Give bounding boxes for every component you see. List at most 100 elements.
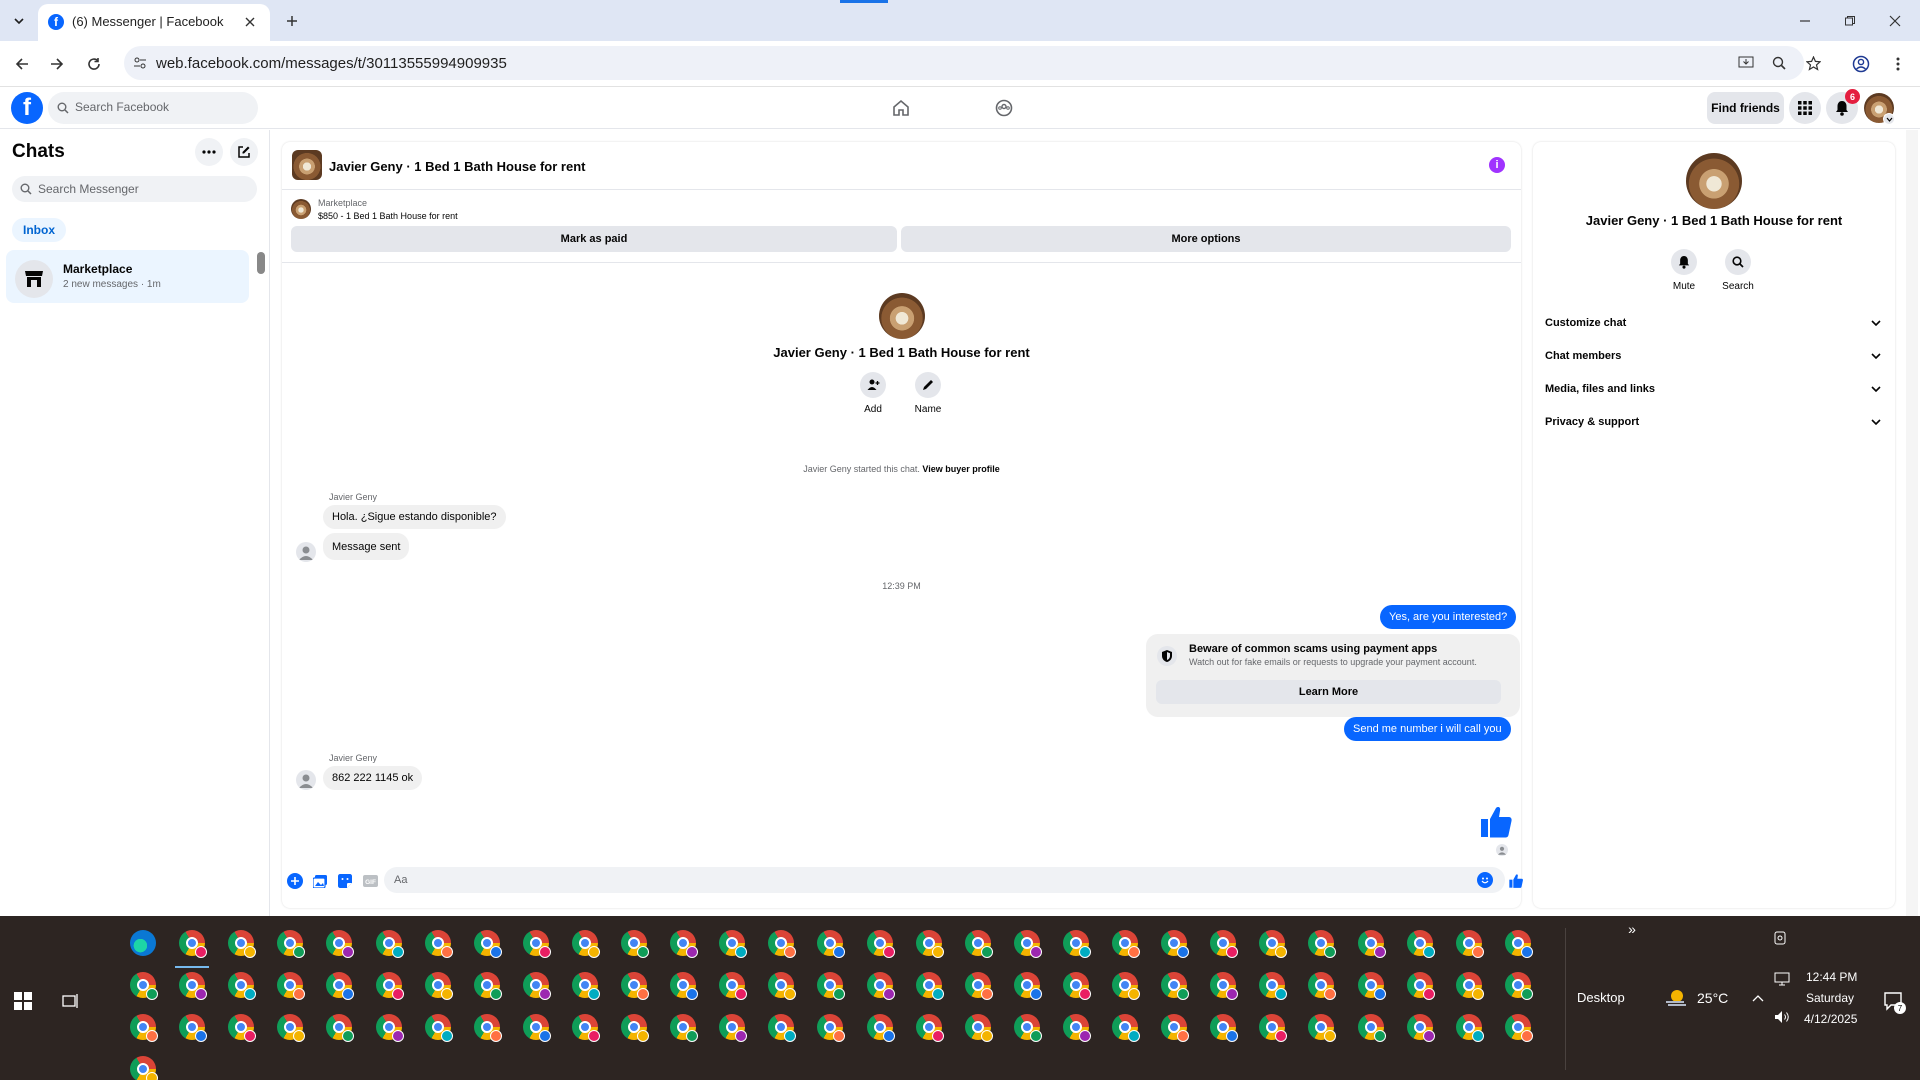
network-icon[interactable] [1773,970,1791,988]
site-info-icon[interactable] [132,55,148,71]
restore-icon[interactable] [1839,10,1861,32]
chrome-window-icon[interactable] [1112,972,1140,1000]
chrome-window-icon[interactable] [424,1014,453,1042]
chrome-window-icon[interactable] [817,1014,846,1042]
chrome-window-icon[interactable] [473,972,502,1000]
chrome-window-icon[interactable] [1210,1014,1239,1042]
chrome-window-icon[interactable] [1406,972,1435,1000]
close-window-icon[interactable] [1884,10,1906,32]
chrome-window-icon[interactable] [915,972,944,1000]
chrome-window-icon[interactable] [228,930,257,958]
search-conversation-button[interactable] [1725,249,1751,275]
outgoing-message[interactable]: Send me number i will call you [1344,717,1511,741]
chrome-window-icon[interactable] [473,930,502,958]
chrome-window-icon[interactable] [1112,930,1140,958]
chrome-window-icon[interactable] [1357,930,1386,958]
chrome-window-icon[interactable] [1062,1014,1091,1042]
chrome-window-icon[interactable] [179,930,208,958]
inbox-filter-chip[interactable]: Inbox [12,218,66,242]
incoming-message[interactable]: 862 222 1145 ok [323,766,423,790]
chrome-window-icon[interactable] [1259,930,1288,958]
facebook-logo-icon[interactable]: f [11,92,43,124]
privacy-support-section[interactable]: Privacy & support [1545,407,1881,437]
minimize-icon[interactable] [1794,10,1816,32]
chrome-window-icon[interactable] [915,930,944,958]
chrome-window-icon[interactable] [375,972,404,1000]
message-input[interactable]: Aa [384,867,1505,893]
notifications-button[interactable]: 6 [1826,89,1860,124]
chrome-window-icon[interactable] [277,930,306,958]
chrome-window-icon[interactable] [719,930,748,958]
edit-name-button[interactable] [915,372,941,398]
chrome-window-icon[interactable] [866,1014,895,1042]
chrome-window-icon[interactable] [719,972,748,1000]
more-actions-icon[interactable] [287,873,303,889]
tab-messenger[interactable]: f (6) Messenger | Facebook [38,4,270,41]
chrome-window-icon[interactable] [670,930,699,958]
temperature[interactable]: 25°C [1697,990,1728,1006]
chrome-window-icon[interactable] [571,930,600,958]
chrome-window-icon[interactable] [1013,1014,1042,1042]
chrome-window-icon[interactable] [130,972,158,1000]
weather-icon[interactable] [1663,986,1689,1010]
info-icon[interactable]: i [1489,157,1505,173]
chrome-window-icon[interactable] [1504,972,1533,1000]
chrome-window-icon[interactable] [571,972,600,1000]
chrome-window-icon[interactable] [1210,930,1239,958]
chrome-window-icon[interactable] [1357,972,1386,1000]
learn-more-button[interactable]: Learn More [1156,680,1501,704]
chrome-window-icon[interactable] [866,930,895,958]
photo-icon[interactable] [312,873,328,889]
chrome-window-icon[interactable] [375,930,404,958]
conversation-avatar[interactable] [292,150,322,180]
chrome-window-icon[interactable] [1308,930,1337,958]
menu-grid-button[interactable] [1789,92,1821,124]
chrome-window-icon[interactable] [473,1014,502,1042]
tab-close-icon[interactable] [242,14,258,30]
chrome-window-icon[interactable] [1406,1014,1435,1042]
chrome-window-icon[interactable] [277,972,306,1000]
view-buyer-profile-link[interactable]: View buyer profile [922,464,999,474]
clock-date[interactable]: 4/12/2025 [1804,1012,1857,1026]
chrome-window-icon[interactable] [522,972,551,1000]
account-chevron-icon[interactable] [1883,113,1895,125]
chrome-window-icon[interactable] [1112,1014,1140,1042]
chrome-window-icon[interactable] [1259,972,1288,1000]
chrome-window-icon[interactable] [1308,972,1337,1000]
meet-now-icon[interactable] [1770,928,1790,948]
chrome-window-icon[interactable] [1210,972,1239,1000]
chat-options-button[interactable] [195,138,223,166]
add-people-button[interactable] [860,372,886,398]
groups-icon[interactable] [991,96,1017,120]
volume-icon[interactable] [1773,1008,1791,1026]
outgoing-message[interactable]: Yes, are you interested? [1380,605,1517,629]
customize-chat-section[interactable]: Customize chat [1545,308,1881,338]
chrome-window-icon[interactable] [1504,1014,1533,1042]
chrome-window-icon[interactable] [179,972,208,1000]
chrome-window-icon[interactable] [1161,1014,1190,1042]
message-sent-bubble[interactable]: Message sent [323,533,410,560]
chrome-window-icon[interactable] [1357,1014,1386,1042]
bookmark-star-icon[interactable] [1804,54,1822,72]
chrome-window-icon[interactable] [621,972,649,1000]
chrome-window-icon[interactable] [1455,972,1484,1000]
incoming-message[interactable]: Hola. ¿Sigue estando disponible? [323,505,506,529]
tab-search-dropdown-icon[interactable] [8,10,30,32]
chrome-window-icon[interactable] [1013,930,1042,958]
chrome-window-icon[interactable] [424,972,453,1000]
chrome-window-icon[interactable] [522,930,551,958]
chrome-window-icon[interactable] [130,1014,158,1042]
chrome-window-icon[interactable] [326,930,355,958]
chrome-window-icon[interactable] [277,1014,306,1042]
mute-button[interactable] [1671,249,1697,275]
desktop-toolbar-label[interactable]: Desktop [1577,990,1625,1005]
chrome-window-icon[interactable] [1308,1014,1337,1042]
clock-day[interactable]: Saturday [1806,991,1854,1005]
install-app-icon[interactable] [1737,54,1755,72]
chrome-window-icon[interactable] [621,930,649,958]
new-tab-icon[interactable] [281,10,303,32]
emoji-icon[interactable] [1477,872,1493,888]
chat-list-item[interactable]: Marketplace 2 new messages · 1m [6,250,249,303]
conversation-title[interactable]: Javier Geny · 1 Bed 1 Bath House for ren… [329,159,585,174]
chrome-window-icon[interactable] [964,972,993,1000]
